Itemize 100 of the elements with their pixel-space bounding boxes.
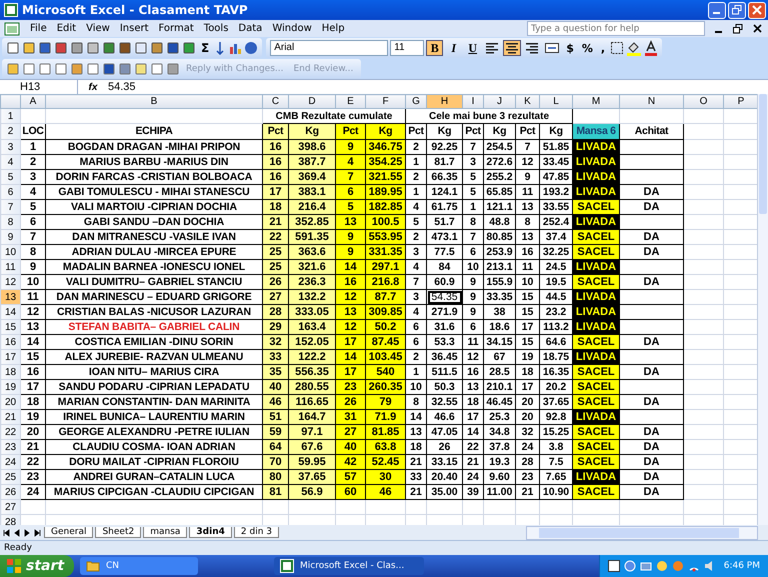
row-header[interactable]: 7	[0, 200, 20, 214]
document-icon[interactable]	[86, 62, 100, 76]
function-label[interactable]: fx	[78, 82, 108, 92]
row-header[interactable]: 19	[0, 380, 20, 394]
column-header[interactable]: C	[262, 94, 288, 108]
document-icon[interactable]	[22, 62, 36, 76]
menu-item[interactable]: Window	[272, 23, 312, 34]
sheet-tab[interactable]: mansa	[143, 527, 188, 538]
menu-item[interactable]: Tools	[204, 23, 228, 34]
document-icon[interactable]	[38, 62, 52, 76]
row-header[interactable]: 24	[0, 454, 20, 470]
row-header[interactable]: 14	[0, 304, 20, 320]
format-button[interactable]: B	[426, 40, 444, 56]
bar-chart-icon[interactable]	[228, 41, 242, 55]
column-header[interactable]: D	[288, 94, 336, 108]
row-header[interactable]: 6	[0, 184, 20, 200]
row-header[interactable]: 27	[0, 500, 20, 514]
row-header[interactable]: 5	[0, 170, 20, 184]
restore-button[interactable]	[728, 2, 746, 18]
start-button[interactable]: start	[0, 555, 74, 577]
column-header[interactable]: H	[426, 94, 462, 108]
row-header[interactable]: 28	[0, 514, 20, 525]
row-header[interactable]: 18	[0, 364, 20, 380]
row-header[interactable]: 9	[0, 230, 20, 244]
row-header[interactable]: 8	[0, 214, 20, 230]
column-header[interactable]: P	[724, 94, 758, 108]
workbook-icon[interactable]	[4, 22, 20, 36]
autosum-button[interactable]: Σ	[198, 41, 212, 55]
row-header[interactable]: 21	[0, 410, 20, 424]
row-header[interactable]: 3	[0, 140, 20, 154]
horizontal-scrollbar[interactable]	[526, 526, 758, 540]
column-header[interactable]: E	[336, 94, 366, 108]
sheet-navigation-icon[interactable]	[2, 528, 42, 538]
row-header[interactable]: 22	[0, 424, 20, 440]
row-header[interactable]: 20	[0, 394, 20, 410]
fill-color-icon[interactable]	[626, 40, 642, 56]
help-search-field[interactable]: Type a question for help	[527, 21, 705, 36]
menu-item[interactable]: Format	[158, 23, 194, 34]
column-header[interactable]: N	[620, 94, 684, 108]
close-icon[interactable]	[753, 24, 762, 33]
table-cell: 354.25	[366, 154, 406, 170]
menu-item[interactable]: Edit	[56, 23, 76, 34]
taskbar-button[interactable]: CN	[80, 557, 198, 575]
document-icon[interactable]	[6, 41, 20, 55]
row-header[interactable]: 25	[0, 470, 20, 484]
borders-icon[interactable]	[610, 41, 624, 55]
column-header[interactable]: I	[462, 94, 484, 108]
number-format-button[interactable]: $	[563, 42, 577, 54]
row-header[interactable]: 2	[0, 124, 20, 140]
number-format-button[interactable]: ,	[598, 42, 608, 54]
minimize-button[interactable]	[708, 2, 726, 18]
format-button[interactable]: U	[464, 40, 482, 56]
network-icon[interactable]	[640, 560, 652, 572]
menu-item[interactable]: View	[86, 23, 110, 34]
document-icon[interactable]	[54, 62, 68, 76]
merge-center-icon[interactable]	[543, 40, 562, 56]
restore-icon[interactable]	[733, 24, 743, 34]
close-button[interactable]	[748, 2, 766, 18]
formula-field[interactable]: 54.35	[108, 80, 768, 94]
column-header[interactable]: K	[516, 94, 540, 108]
font-name-field[interactable]: Arial	[270, 40, 388, 56]
sheet-tab[interactable]: 2 din 3	[234, 527, 279, 538]
row-header[interactable]: 13	[0, 290, 20, 304]
sheet-tab[interactable]: General	[44, 527, 94, 538]
menu-item[interactable]: Help	[322, 23, 345, 34]
column-header[interactable]: B	[46, 94, 262, 108]
taskbar-button[interactable]: Microsoft Excel - Clas...	[274, 557, 424, 575]
row-header[interactable]: 26	[0, 484, 20, 500]
menu-item[interactable]: Data	[238, 23, 262, 34]
sort-icon[interactable]	[214, 41, 226, 55]
column-header[interactable]: A	[20, 94, 46, 108]
column-header[interactable]: F	[366, 94, 406, 108]
column-header[interactable]: O	[684, 94, 724, 108]
menu-item[interactable]: Insert	[120, 23, 149, 34]
row-header[interactable]: 17	[0, 350, 20, 364]
sheet-tab[interactable]: 3din4	[189, 527, 232, 538]
vertical-scrollbar[interactable]	[757, 94, 768, 525]
row-header[interactable]: 16	[0, 334, 20, 350]
table-cell: LIVADA	[572, 214, 620, 230]
column-header[interactable]: M	[572, 94, 620, 108]
column-header[interactable]: J	[484, 94, 516, 108]
column-header[interactable]: L	[540, 94, 572, 108]
document-icon[interactable]	[150, 62, 164, 76]
row-header[interactable]: 10	[0, 244, 20, 260]
sheet-tab[interactable]: Sheet2	[95, 527, 142, 538]
column-heading: Kg	[426, 124, 462, 140]
row-header[interactable]: 4	[0, 154, 20, 170]
align-center-icon[interactable]	[503, 40, 522, 56]
number-format-button[interactable]: %	[578, 42, 596, 54]
column-header[interactable]: G	[406, 94, 426, 108]
font-size-field[interactable]: 11	[390, 40, 424, 56]
format-button[interactable]: I	[445, 40, 462, 56]
font-color-icon[interactable]	[644, 40, 658, 56]
row-header[interactable]: 1	[0, 108, 20, 124]
table-cell: 321.6	[288, 260, 336, 274]
row-header[interactable]: 23	[0, 440, 20, 454]
row-header[interactable]: 12	[0, 274, 20, 290]
row-header[interactable]: 15	[0, 320, 20, 334]
menu-item[interactable]: File	[30, 23, 47, 34]
row-header[interactable]: 11	[0, 260, 20, 274]
